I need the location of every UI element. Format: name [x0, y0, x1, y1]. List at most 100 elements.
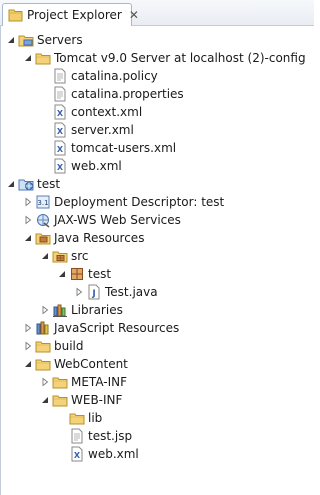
- expanded-arrow-icon[interactable]: [57, 269, 67, 279]
- close-icon[interactable]: ✕: [129, 8, 139, 22]
- collapsed-arrow-icon[interactable]: [40, 377, 50, 387]
- tree-item[interactable]: Xweb.xml: [1, 445, 315, 463]
- tree-item[interactable]: test: [1, 265, 315, 283]
- deployment-descriptor-icon: 3.1: [35, 194, 51, 210]
- expanded-arrow-icon[interactable]: [40, 251, 50, 261]
- svg-text:X: X: [57, 163, 64, 172]
- web-services-icon: [35, 212, 51, 228]
- xml-file-icon: X: [52, 140, 68, 156]
- view-tab-bar: Project Explorer ✕: [0, 0, 314, 26]
- collapsed-arrow-icon[interactable]: [40, 305, 50, 315]
- folder-icon: [35, 50, 51, 66]
- package-icon: [69, 266, 85, 282]
- folder-icon: [69, 410, 85, 426]
- tree-item[interactable]: catalina.properties: [1, 85, 315, 103]
- tree-item-label: web.xml: [88, 447, 139, 461]
- svg-text:X: X: [57, 109, 64, 118]
- svg-text:X: X: [57, 145, 64, 154]
- tree-item[interactable]: catalina.policy: [1, 67, 315, 85]
- tree-item-label: catalina.policy: [71, 69, 158, 83]
- tab-project-explorer[interactable]: Project Explorer ✕: [2, 3, 139, 26]
- xml-file-icon: X: [52, 158, 68, 174]
- xml-file-icon: X: [52, 122, 68, 138]
- tree-item[interactable]: Xweb.xml: [1, 157, 315, 175]
- tree-item-label: JavaScript Resources: [54, 321, 180, 335]
- svg-text:J: J: [91, 289, 95, 299]
- tree-item-label: Java Resources: [54, 231, 145, 245]
- tree-item-label: context.xml: [71, 105, 143, 119]
- folder-icon: [35, 356, 51, 372]
- folder-icon: [52, 374, 68, 390]
- tree-item[interactable]: test: [1, 175, 315, 193]
- file-icon: [52, 68, 68, 84]
- tree-item[interactable]: Libraries: [1, 301, 315, 319]
- tree-item-label: Servers: [37, 33, 83, 47]
- collapsed-arrow-icon[interactable]: [23, 323, 33, 333]
- tree-item[interactable]: Tomcat v9.0 Server at localhost (2)-conf…: [1, 49, 315, 67]
- xml-file-icon: X: [69, 446, 85, 462]
- svg-text:X: X: [74, 451, 81, 460]
- tree-item-label: server.xml: [71, 123, 134, 137]
- svg-text:X: X: [57, 127, 64, 136]
- tree-item-label: web.xml: [71, 159, 122, 173]
- expanded-arrow-icon[interactable]: [6, 179, 16, 189]
- java-file-icon: J: [86, 284, 102, 300]
- tree-item-label: test: [88, 267, 112, 281]
- expanded-arrow-icon[interactable]: [23, 359, 33, 369]
- tree-item[interactable]: META-INF: [1, 373, 315, 391]
- folder-icon: [52, 392, 68, 408]
- expanded-arrow-icon[interactable]: [23, 53, 33, 63]
- project-tree: Servers Tomcat v9.0 Server at localhost (…: [0, 26, 314, 495]
- file-icon: [52, 86, 68, 102]
- collapsed-arrow-icon[interactable]: [23, 215, 33, 225]
- tree-item[interactable]: 3.1 Deployment Descriptor: test: [1, 193, 315, 211]
- tree-item-label: META-INF: [71, 375, 128, 389]
- tree-item[interactable]: Xtomcat-users.xml: [1, 139, 315, 157]
- tree-item-label: WebContent: [54, 357, 128, 371]
- tree-item-label: WEB-INF: [71, 393, 123, 407]
- web-project-icon: [18, 176, 34, 192]
- tree-item[interactable]: test.jsp: [1, 427, 315, 445]
- tree-item-label: build: [54, 339, 84, 353]
- folder-tree-icon: [8, 7, 24, 23]
- collapsed-arrow-icon[interactable]: [23, 341, 33, 351]
- tree-item[interactable]: J Test.java: [1, 283, 315, 301]
- server-folder-icon: [18, 32, 34, 48]
- tree-item[interactable]: src: [1, 247, 315, 265]
- source-folder-icon: [52, 248, 68, 264]
- tree-item-label: Tomcat v9.0 Server at localhost (2)-conf…: [54, 51, 306, 65]
- tree-item-label: Libraries: [71, 303, 123, 317]
- tree-item-label: lib: [88, 411, 103, 425]
- tree-item[interactable]: lib: [1, 409, 315, 427]
- tree-item-label: tomcat-users.xml: [71, 141, 177, 155]
- tree-item-label: Deployment Descriptor: test: [54, 195, 225, 209]
- expanded-arrow-icon[interactable]: [23, 233, 33, 243]
- tree-item-label: Test.java: [105, 285, 158, 299]
- tree-item-label: catalina.properties: [71, 87, 184, 101]
- tree-item[interactable]: Java Resources: [1, 229, 315, 247]
- tree-item[interactable]: WEB-INF: [1, 391, 315, 409]
- tab-title: Project Explorer: [27, 8, 122, 22]
- tree-item-label: test: [37, 177, 61, 191]
- libraries-icon: [52, 302, 68, 318]
- javascript-resources-icon: [35, 320, 51, 336]
- tree-item-label: src: [71, 249, 89, 263]
- java-resources-icon: [35, 230, 51, 246]
- tree-item[interactable]: JavaScript Resources: [1, 319, 315, 337]
- tree-item-label: test.jsp: [88, 429, 133, 443]
- folder-icon: [35, 338, 51, 354]
- tree-item[interactable]: Servers: [1, 31, 315, 49]
- tree-item[interactable]: Xcontext.xml: [1, 103, 315, 121]
- expanded-arrow-icon[interactable]: [6, 35, 16, 45]
- tree-item[interactable]: build: [1, 337, 315, 355]
- tree-item[interactable]: WebContent: [1, 355, 315, 373]
- collapsed-arrow-icon[interactable]: [23, 197, 33, 207]
- file-icon: [69, 428, 85, 444]
- xml-file-icon: X: [52, 104, 68, 120]
- tree-item[interactable]: Xserver.xml: [1, 121, 315, 139]
- tree-item[interactable]: JAX-WS Web Services: [1, 211, 315, 229]
- expanded-arrow-icon[interactable]: [40, 395, 50, 405]
- collapsed-arrow-icon[interactable]: [74, 287, 84, 297]
- svg-text:3.1: 3.1: [37, 199, 48, 207]
- tree-item-label: JAX-WS Web Services: [54, 213, 181, 227]
